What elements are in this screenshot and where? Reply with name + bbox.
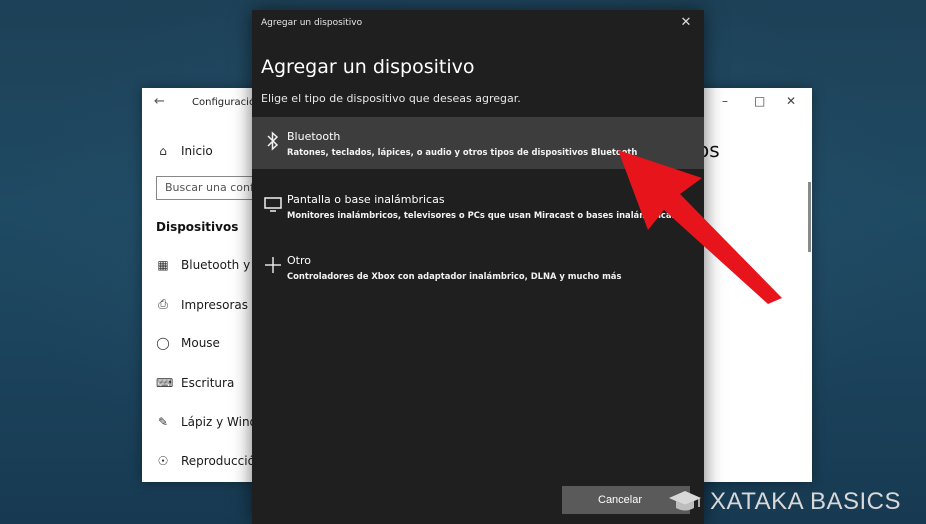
close-icon[interactable]: ✕	[786, 94, 796, 108]
nav-home-label: Inicio	[181, 144, 213, 158]
nav-typing[interactable]: ⌨ Escritura	[156, 376, 234, 390]
monitor-icon	[262, 194, 284, 218]
dialog-heading: Agregar un dispositivo	[261, 56, 475, 78]
home-icon: ⌂	[159, 144, 167, 158]
nav-mouse[interactable]: ◯ Mouse	[156, 336, 220, 350]
nav-label: Escritura	[181, 376, 235, 390]
settings-scrollbar[interactable]	[808, 182, 811, 252]
watermark-text: XATAKA BASICS	[710, 488, 902, 515]
dialog-subtitle: Elige el tipo de dispositivo que deseas …	[261, 92, 521, 105]
bluetooth-devices-icon: ▦	[157, 258, 169, 272]
option-title: Bluetooth	[287, 130, 341, 143]
bluetooth-icon	[262, 131, 284, 156]
xataka-watermark: XATAKA BASICS	[668, 488, 901, 516]
mouse-icon: ◯	[156, 336, 170, 350]
red-arrow-annotation	[618, 150, 782, 304]
dialog-titlebar: Agregar un dispositivo ✕	[252, 10, 704, 38]
printer-icon: ⎙	[158, 297, 168, 311]
dialog-titlebar-text: Agregar un dispositivo	[261, 18, 363, 28]
option-description: Controladores de Xbox con adaptador inal…	[287, 271, 622, 281]
dialog-close-icon[interactable]: ✕	[676, 15, 696, 33]
nav-home[interactable]: ⌂ Inicio	[156, 144, 213, 158]
pen-icon: ✎	[157, 415, 169, 429]
maximize-icon[interactable]: □	[754, 94, 765, 108]
keyboard-icon: ⌨	[156, 376, 174, 390]
option-description: Ratones, teclados, lápices, o audio y ot…	[287, 147, 638, 157]
section-heading: Dispositivos	[156, 220, 239, 234]
option-title: Otro	[287, 254, 311, 267]
nav-label: Mouse	[181, 336, 220, 350]
minimize-icon[interactable]: –	[722, 94, 728, 108]
autoplay-icon: ☉	[157, 454, 169, 468]
plus-icon	[262, 255, 284, 279]
option-title: Pantalla o base inalámbricas	[287, 193, 445, 206]
graduation-cap-icon	[669, 491, 701, 511]
settings-title: Configuración	[192, 97, 262, 108]
back-arrow-icon[interactable]: ←	[154, 94, 165, 109]
